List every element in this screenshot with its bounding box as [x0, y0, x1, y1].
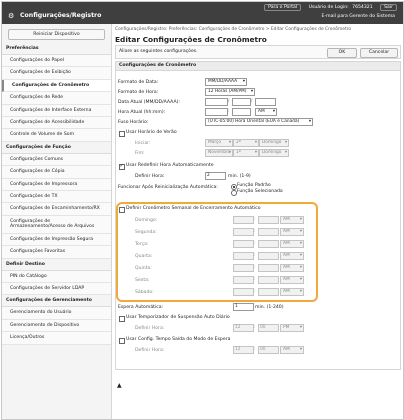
sidebar-section-title: Definir Destino — [2, 259, 111, 271]
time-format-select[interactable]: 12 Horas (AM/PM) — [205, 88, 255, 96]
sleep-minute-input[interactable]: 00 — [258, 324, 279, 332]
function-after-reset-label: Funcionar Após Reinicialização Automátic… — [118, 185, 218, 190]
function-selected-label: Função Selecionada — [237, 189, 283, 194]
exit-hour-input[interactable]: 12 — [233, 346, 254, 354]
weekly-timer-highlight — [116, 202, 318, 302]
restart-device-button[interactable]: Reiniciar Dispositivo — [8, 29, 105, 40]
sidebar-item-common[interactable]: Configurações Comuns — [2, 153, 111, 167]
section-title: Configurações de Cronômetro — [116, 62, 400, 71]
app-title: Configurações/Registro — [20, 12, 102, 19]
sidebar-item-paper[interactable]: Configurações do Papel — [2, 55, 111, 68]
sleep-timer-checkbox[interactable] — [119, 316, 125, 322]
standby-input[interactable]: 1 — [233, 303, 254, 311]
apply-text: Aliare as seguintes configurações. — [119, 49, 198, 54]
dst-start-day-select[interactable]: Domingo — [259, 139, 289, 147]
sidebar-item-display[interactable]: Configurações de Exibição — [2, 67, 111, 80]
current-time-label: Hora Atual (hh:mm): — [118, 110, 166, 115]
standby-unit: min. (1-240) — [255, 305, 284, 310]
set-time-unit: min. (1-9) — [228, 174, 251, 179]
current-date-label: Data Atual (MM/DD/AAAA): — [118, 100, 180, 105]
dst-start-month-select[interactable]: Março — [205, 139, 233, 147]
timezone-label: Fuso Horário: — [118, 120, 149, 125]
sidebar: Reiniciar Dispositivo Preferências Confi… — [2, 24, 112, 419]
sidebar-item-secure-print[interactable]: Configurações de Impressão Segura — [2, 233, 111, 247]
set-time-input[interactable]: 2 — [205, 172, 226, 180]
sidebar-section-title: Preferências — [2, 43, 111, 55]
login-user-label: Usuário de Login: — [308, 5, 349, 10]
sleep-hour-input[interactable]: 12 — [233, 324, 254, 332]
settings-logo-icon: ⚙ — [8, 12, 15, 20]
page-title: Editar Configurações de Cronômetro — [115, 35, 267, 44]
sleep-set-time-label: Definir Hora: — [135, 326, 165, 331]
standby-label: Espera Automática: — [118, 305, 164, 310]
sidebar-item-device-management[interactable]: Gerenciamento de Dispositivo — [2, 319, 111, 333]
sidebar-item-copy[interactable]: Configurações de Cópia — [2, 166, 111, 179]
sidebar-section-title: Configurações de Função — [2, 142, 111, 154]
sidebar-item-network[interactable]: Configurações de Rede — [2, 92, 111, 105]
sidebar-item-storage-access[interactable]: Configurações de Armazenamento/Acesso de… — [2, 215, 111, 234]
sidebar-item-license[interactable]: Licença/Outros — [2, 332, 111, 345]
current-month-input[interactable] — [205, 98, 228, 106]
sleep-ampm-select[interactable]: PM — [280, 324, 304, 332]
time-format-label: Formato de Hora: — [118, 90, 159, 95]
ok-button[interactable]: OK — [327, 47, 357, 58]
current-hour-input[interactable] — [205, 108, 228, 116]
exit-sleep-checkbox[interactable] — [119, 338, 125, 344]
breadcrumb: Configurações/Registro: Preferências: Co… — [115, 27, 352, 32]
function-default-label: Função Padrão — [237, 183, 271, 188]
date-format-label: Formato de Data: — [118, 80, 159, 85]
dst-start-week-select[interactable]: 2º — [233, 139, 259, 147]
apply-bar: Aliare as seguintes configurações. OK Ca… — [115, 45, 401, 59]
portal-link[interactable]: Para o Portal — [264, 4, 302, 11]
sidebar-item-ldap[interactable]: Configurações de Servidor LDAP — [2, 282, 111, 296]
current-year-input[interactable] — [255, 98, 276, 106]
sleep-timer-label: Usar Temporizador de Suspensão Auto Diár… — [126, 315, 230, 320]
cancel-button[interactable]: Cancelar — [360, 47, 398, 58]
timezone-select[interactable]: (UTC-05:00) Hora Oriental (EUA e Canadá) — [205, 118, 313, 126]
browser-frame: ⚙ Configurações/Registro Para o Portal U… — [1, 1, 404, 420]
dst-start-label: Iniciar: — [135, 141, 151, 146]
sidebar-item-printer[interactable]: Configurações de Impressora — [2, 178, 111, 192]
sidebar-item-forwarding-rx[interactable]: Configurações de Encaminhamento/RX — [2, 203, 111, 216]
exit-ampm-select[interactable]: AM — [280, 346, 304, 354]
exit-minute-input[interactable]: 00 — [258, 346, 279, 354]
autoreset-label: Usar Redefinir Hora Automaticamente — [126, 163, 214, 168]
dst-end-day-select[interactable]: Domingo — [259, 149, 289, 157]
sidebar-item-accessibility[interactable]: Configurações de Acessibilidade — [2, 117, 111, 130]
exit-sleep-label: Usar Config. Tempo Saída do Modo de Espe… — [126, 337, 231, 342]
sidebar-item-tx[interactable]: Configurações de TX — [2, 191, 111, 204]
top-links: Para o Portal Usuário de Login: 7654321 … — [258, 4, 397, 11]
back-to-top-icon[interactable]: ▲ — [117, 382, 122, 389]
dst-end-label: Fim: — [135, 151, 145, 156]
current-day-input[interactable] — [232, 98, 251, 106]
current-minute-input[interactable] — [232, 108, 251, 116]
dst-label: Usar Horário de Verão — [126, 130, 177, 135]
sidebar-item-address-book-pin[interactable]: PIN do Catálogo — [2, 270, 111, 283]
login-user-id: 7654321 — [352, 5, 373, 10]
current-ampm-select[interactable]: AM — [255, 108, 277, 116]
sidebar-section-title: Configurações de Gerenciamento — [2, 295, 111, 308]
sidebar-item-favorites[interactable]: Configurações Favoritas — [2, 246, 111, 259]
autoreset-checkbox[interactable] — [119, 163, 125, 170]
date-format-select[interactable]: MM/DD/AAAA — [205, 78, 247, 86]
sidebar-item-user-management[interactable]: Gerenciamento do Usuário — [2, 307, 111, 320]
sidebar-item-external-interface[interactable]: Configurações de Interface Externa — [2, 104, 111, 118]
set-time-label: Definir Hora: — [135, 174, 165, 179]
dst-end-week-select[interactable]: 1º — [233, 149, 259, 157]
sidebar-item-volume[interactable]: Controle de Volume de Som — [2, 129, 111, 142]
dst-end-month-select[interactable]: Novembro — [205, 149, 233, 157]
logout-button[interactable]: Sair — [380, 4, 397, 11]
top-bar: ⚙ Configurações/Registro Para o Portal U… — [2, 2, 403, 24]
exit-set-time-label: Definir Hora: — [135, 348, 165, 353]
dst-checkbox[interactable] — [119, 131, 125, 137]
sidebar-item-timer[interactable]: Configurações de Cronômetro — [2, 79, 111, 93]
email-admin-link[interactable]: E-mail para Gerente do Sistema — [322, 14, 395, 19]
